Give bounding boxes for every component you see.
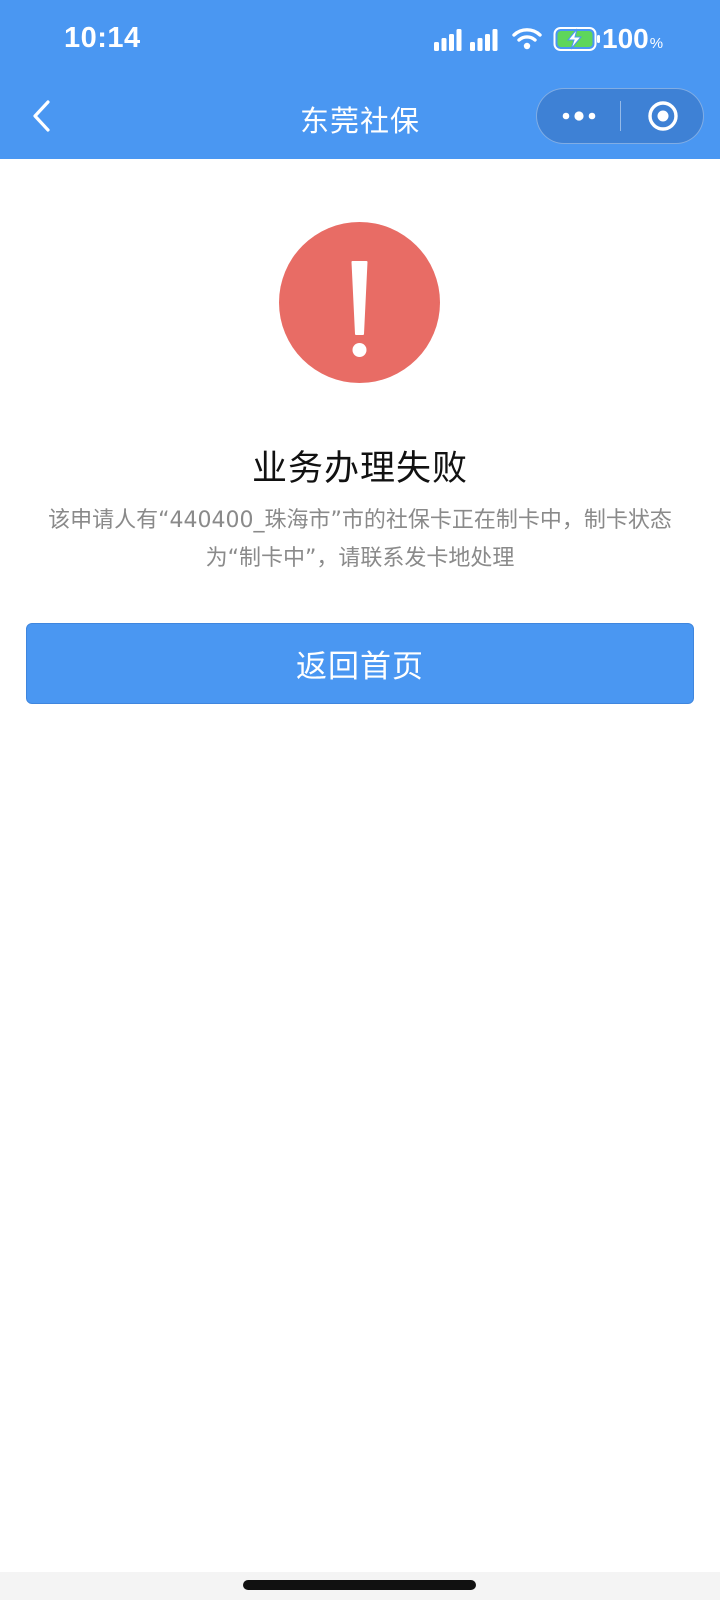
exclamation-icon xyxy=(351,261,368,357)
header: 10:14 100% 东莞社保 xyxy=(0,0,720,159)
more-dots-icon xyxy=(562,111,595,121)
close-miniprogram-button[interactable] xyxy=(621,89,704,143)
close-target-icon xyxy=(647,101,678,131)
wifi-icon xyxy=(512,28,542,50)
more-button[interactable] xyxy=(537,89,620,143)
status-time: 10:14 xyxy=(64,22,141,54)
result-title: 业务办理失败 xyxy=(251,449,468,489)
status-bar: 10:14 100% xyxy=(0,0,720,80)
signal-icon xyxy=(434,29,498,51)
nav-bar: 东莞社保 xyxy=(0,80,720,159)
return-home-button[interactable]: 返回首页 xyxy=(26,623,694,704)
battery-percent: 100% xyxy=(602,23,664,54)
battery-charging-icon xyxy=(553,27,600,51)
menu-capsule xyxy=(536,88,704,144)
result-description: 该申请人有“440400_珠海市”市的社保卡正在制卡中，制卡状态为“制卡中”，请… xyxy=(48,508,672,571)
error-status-icon xyxy=(279,222,440,383)
home-indicator[interactable] xyxy=(243,1580,476,1590)
